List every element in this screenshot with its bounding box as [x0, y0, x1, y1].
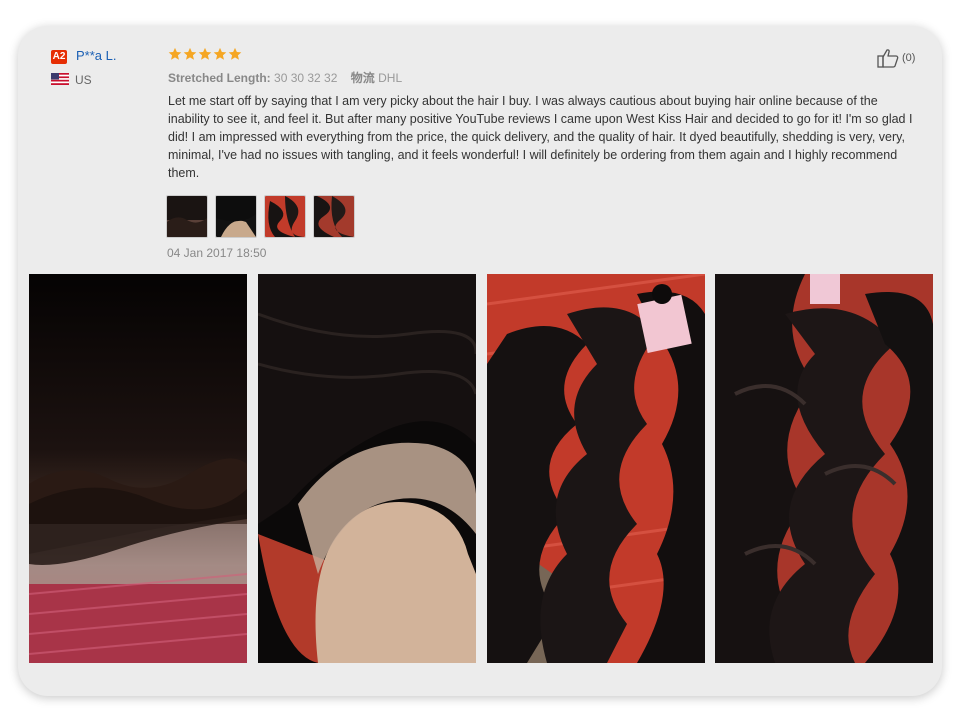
us-flag-icon: [51, 73, 69, 85]
star-icon: [168, 47, 182, 60]
star-icon: [213, 47, 227, 60]
star-icon: [183, 47, 197, 60]
hairline-thumbnail[interactable]: [215, 195, 257, 238]
stretched-length-label: Stretched Length:: [168, 71, 271, 85]
shipping-value: DHL: [378, 71, 403, 85]
thumbs-up-icon: [877, 49, 899, 68]
lace-frontal-photo[interactable]: [29, 274, 247, 663]
body-wave-hair-photo[interactable]: [715, 274, 933, 663]
hair-bundles-photo[interactable]: [487, 274, 705, 663]
shipping-label: 物流: [350, 71, 375, 85]
body-wave-thumbnail[interactable]: [313, 195, 355, 238]
review-date: 04 Jan 2017 18:50: [167, 246, 267, 260]
review-thumbnails: [166, 195, 355, 238]
review-text: Let me start off by saying that I am ver…: [168, 94, 913, 180]
bundles-thumbnail[interactable]: [264, 195, 306, 238]
hairline-closeup-photo[interactable]: [258, 274, 476, 663]
buyer-level-badge: A2: [51, 50, 67, 64]
star-icon: [198, 47, 212, 60]
star-rating: [168, 47, 242, 61]
lace-frontal-thumbnail[interactable]: [166, 195, 208, 238]
reviewer-name[interactable]: P**a L.: [76, 48, 116, 63]
star-icon: [228, 47, 242, 60]
helpful-button[interactable]: (0): [877, 48, 915, 68]
purchase-attributes: Stretched Length: 30 30 32 32 物流 DHL: [168, 69, 412, 86]
stretched-length-value: 30 30 32 32: [274, 71, 338, 85]
reviewer-country: US: [75, 73, 92, 87]
helpful-count: (0): [902, 52, 916, 64]
